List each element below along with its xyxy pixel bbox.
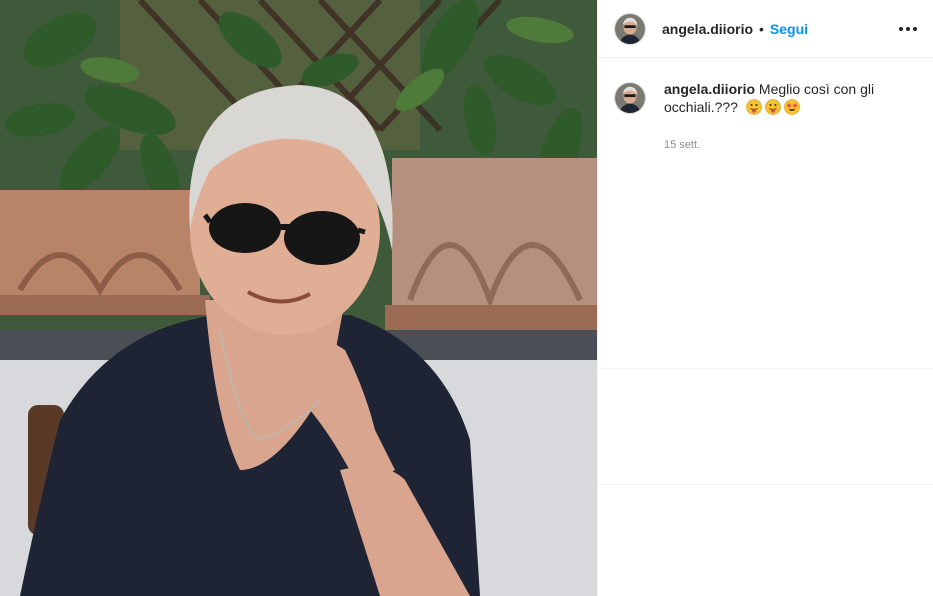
caption-emojis bbox=[746, 99, 800, 115]
post-header: angela.diiorio • Segui bbox=[598, 0, 933, 58]
avatar[interactable] bbox=[614, 12, 646, 45]
face-with-tongue-icon bbox=[746, 99, 762, 115]
star-struck-icon bbox=[784, 99, 800, 115]
separator-dot: • bbox=[759, 20, 764, 37]
caption-avatar[interactable] bbox=[614, 82, 646, 114]
more-options-icon[interactable] bbox=[899, 21, 917, 37]
avatar-image bbox=[615, 83, 645, 113]
divider bbox=[598, 484, 933, 485]
post-side-panel: angela.diiorio • Segui angela.diiorio Me… bbox=[597, 0, 933, 596]
header-username[interactable]: angela.diiorio bbox=[662, 21, 753, 37]
photo-illustration bbox=[0, 0, 597, 596]
caption-text-line2: occhiali.??? bbox=[664, 99, 738, 115]
post-photo[interactable] bbox=[0, 0, 597, 596]
more-dot bbox=[913, 26, 917, 31]
caption-username[interactable]: angela.diiorio bbox=[664, 81, 755, 97]
caption-comment: angela.diiorio Meglio così con gli occhi… bbox=[598, 58, 933, 154]
face-with-tongue-icon bbox=[765, 99, 781, 115]
instagram-post: angela.diiorio • Segui angela.diiorio Me… bbox=[0, 0, 933, 596]
post-timestamp[interactable]: 15 sett. bbox=[664, 136, 874, 154]
caption-body: angela.diiorio Meglio così con gli occhi… bbox=[664, 80, 874, 154]
more-dot bbox=[899, 26, 903, 31]
avatar-image bbox=[615, 13, 645, 44]
caption-text-line1: Meglio così con gli bbox=[758, 81, 875, 97]
follow-button[interactable]: Segui bbox=[770, 21, 808, 37]
more-dot bbox=[906, 26, 910, 31]
divider bbox=[598, 368, 933, 369]
